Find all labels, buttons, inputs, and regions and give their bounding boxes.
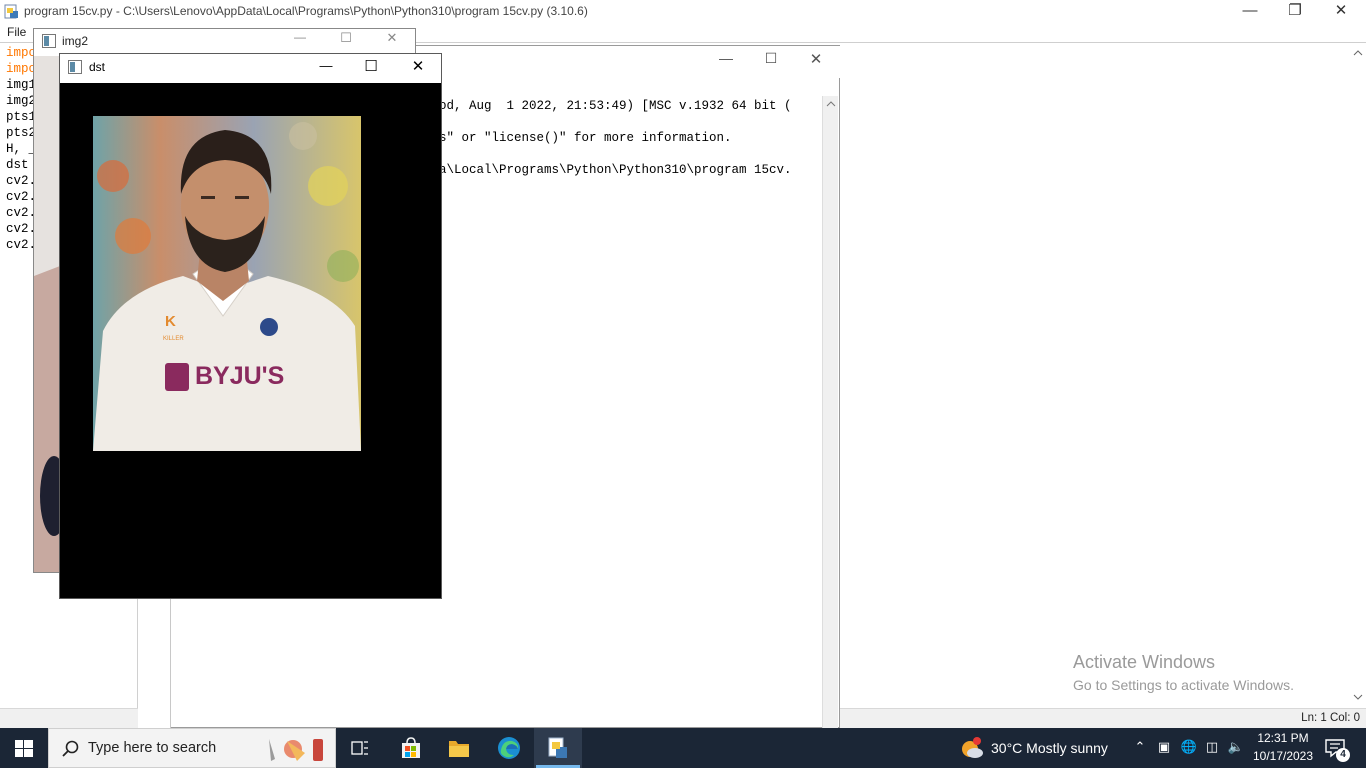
scroll-up-icon[interactable]	[826, 100, 836, 108]
dst-window-title: dst	[89, 60, 106, 74]
code-line: H, _	[6, 142, 36, 156]
code-line: img2	[6, 94, 36, 108]
python-idle-button[interactable]	[534, 728, 582, 768]
microsoft-store-button[interactable]	[386, 728, 434, 768]
img2-maximize-button[interactable]: ☐	[336, 30, 356, 46]
code-line: impo	[6, 62, 36, 76]
editor-vertical-scrollbar[interactable]	[1350, 43, 1366, 708]
opencv-window-icon	[68, 60, 82, 74]
python-file-icon	[4, 4, 18, 19]
clock-date[interactable]: 10/17/2023	[1250, 749, 1316, 763]
code-line: cv2.	[6, 206, 36, 220]
task-view-icon	[351, 741, 368, 755]
edge-icon	[498, 737, 520, 759]
scroll-up-icon[interactable]	[1353, 49, 1363, 57]
dst-maximize-button[interactable]: ☐	[361, 57, 381, 75]
edge-browser-button[interactable]	[485, 728, 533, 768]
shell-line: s" or "license()" for more information.	[439, 131, 732, 145]
search-icon	[62, 740, 79, 757]
folder-icon	[449, 741, 469, 757]
code-line: pts1	[6, 110, 36, 124]
img2-minimize-button[interactable]: —	[290, 30, 310, 44]
code-line: dst =	[6, 158, 36, 172]
dst-close-button[interactable]: ✕	[408, 57, 428, 75]
editor-close-button[interactable]: ✕	[1318, 0, 1364, 24]
collar-text: KILLER	[163, 336, 184, 342]
code-line: impo	[6, 46, 36, 60]
menu-file[interactable]: File	[7, 25, 26, 39]
weather-status[interactable]: 30°C Mostly sunny	[991, 740, 1108, 756]
file-explorer-button[interactable]	[435, 728, 483, 768]
language-globe-icon[interactable]: 🌐	[1180, 736, 1198, 758]
code-line: cv2.	[6, 238, 36, 252]
svg-text:K: K	[165, 313, 176, 330]
img2-close-button[interactable]: ✕	[382, 30, 402, 46]
task-view-button[interactable]	[336, 728, 384, 768]
shell-minimize-button[interactable]: —	[703, 50, 749, 74]
dst-titlebar[interactable]: — ☐ ✕	[60, 54, 441, 83]
shell-maximize-button[interactable]: ☐	[748, 50, 794, 74]
shell-vertical-scrollbar[interactable]	[822, 96, 838, 728]
shell-line: od, Aug 1 2022, 21:53:49) [MSC v.1932 64…	[439, 99, 792, 113]
dst-minimize-button[interactable]: —	[316, 58, 336, 73]
editor-restore-button[interactable]: ❐	[1272, 0, 1318, 24]
code-line: cv2.	[6, 222, 36, 236]
meet-now-icon[interactable]: ▣	[1155, 736, 1173, 758]
scroll-down-icon[interactable]	[1353, 693, 1363, 701]
shell-line: a\Local\Programs\Python\Python310\progra…	[439, 163, 792, 177]
speaker-muted-icon[interactable]: 🔈	[1227, 736, 1245, 758]
show-hidden-icons-chevron-icon[interactable]: ⌃	[1131, 736, 1149, 758]
clock-time[interactable]: 12:31 PM	[1256, 731, 1310, 745]
windows-logo-icon	[15, 740, 33, 757]
opencv-window-icon	[42, 34, 56, 48]
weather-icon[interactable]	[960, 737, 984, 759]
code-line: cv2.	[6, 190, 36, 204]
shirt-logo-text: BYJU'S	[195, 362, 284, 390]
code-line: cv2.	[6, 174, 36, 188]
store-icon	[402, 737, 420, 758]
activation-watermark-title: Activate Windows	[1073, 652, 1216, 672]
search-highlight-icon	[269, 739, 323, 761]
cursor-position-status: Ln: 1 Col: 0	[1301, 712, 1360, 724]
img2-window-title: img2	[62, 34, 89, 48]
notification-count-badge: 4	[1336, 748, 1350, 762]
search-placeholder[interactable]: Type here to search	[88, 740, 216, 756]
python-idle-icon	[548, 737, 567, 758]
network-icon[interactable]: ◫	[1203, 736, 1221, 758]
start-button[interactable]	[0, 728, 48, 768]
code-line: pts2	[6, 126, 36, 140]
editor-window-title: program 15cv.py - C:\Users\Lenovo\AppDat…	[24, 4, 588, 18]
editor-minimize-button[interactable]: —	[1227, 0, 1273, 24]
warped-photo: K KILLER BYJU'S	[93, 116, 361, 451]
activation-watermark-subtitle: Go to Settings to activate Windows.	[1073, 677, 1294, 693]
code-line: img1	[6, 78, 36, 92]
shell-close-button[interactable]: ✕	[793, 50, 839, 74]
